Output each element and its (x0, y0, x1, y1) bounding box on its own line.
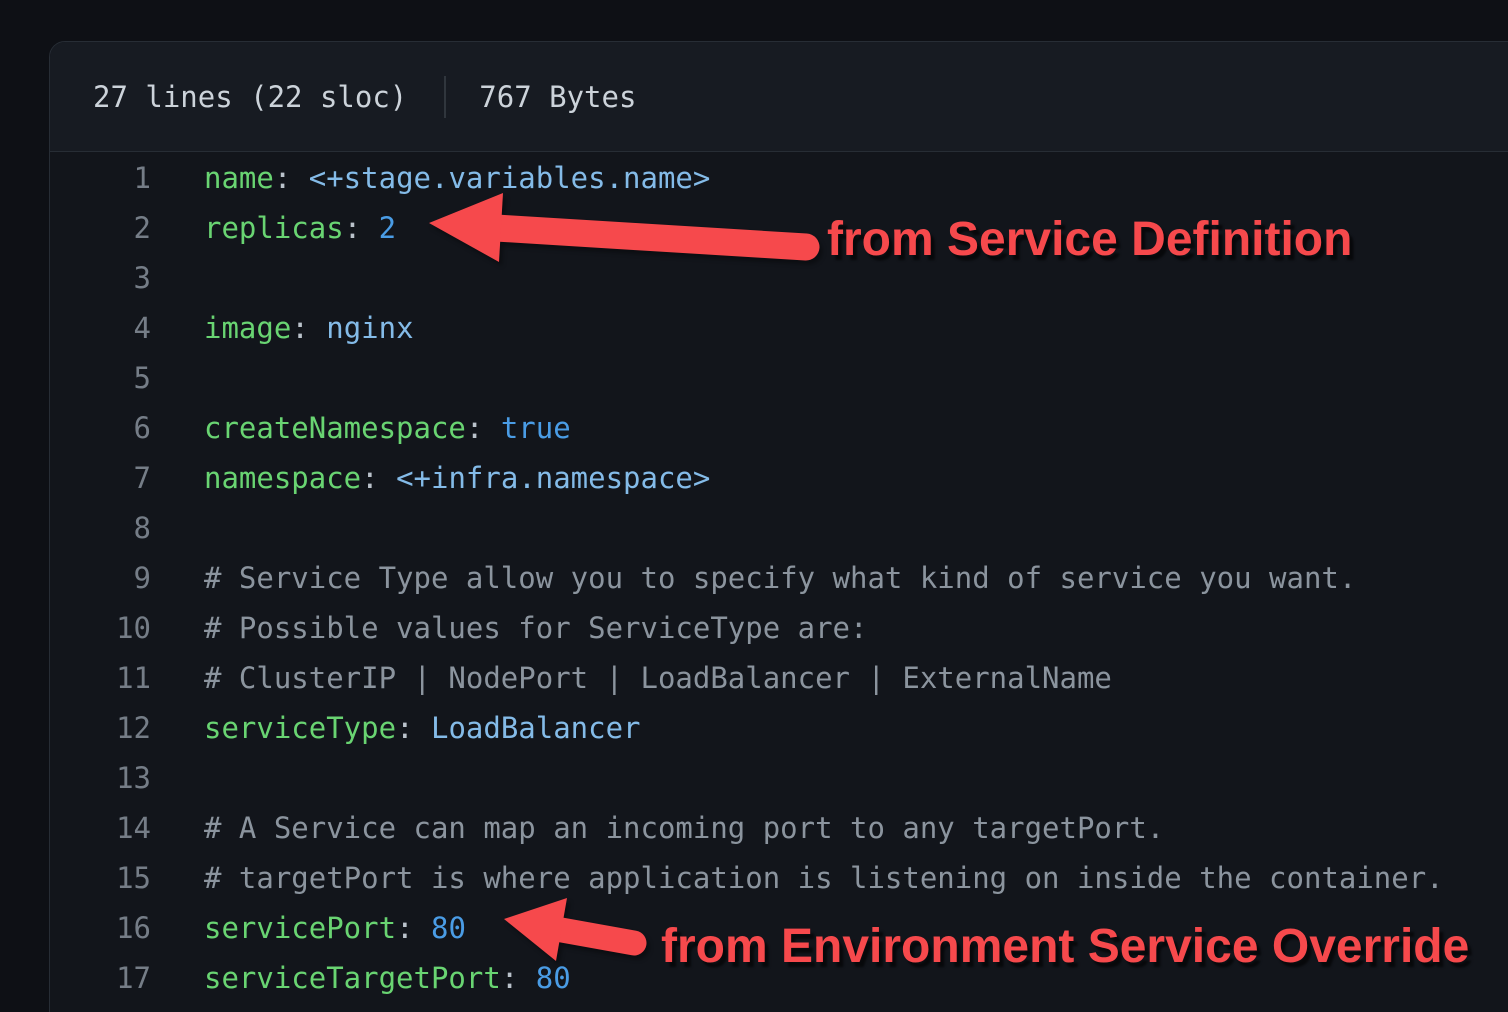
code-line: 17serviceTargetPort: 80 (50, 953, 1508, 1003)
line-number[interactable]: 6 (50, 411, 151, 445)
code-token-const: true (501, 411, 571, 445)
code-line: 4image: nginx (50, 303, 1508, 353)
line-number[interactable]: 13 (50, 761, 151, 795)
code-line: 16servicePort: 80 (50, 903, 1508, 953)
code-token-punc: : (396, 711, 431, 745)
code-token-comment: # Service Type allow you to specify what… (204, 561, 1356, 595)
line-content: # Service Type allow you to specify what… (151, 561, 1356, 595)
line-content: # Possible values for ServiceType are: (151, 611, 867, 645)
line-content: namespace: <+infra.namespace> (151, 461, 710, 495)
line-content: image: nginx (151, 311, 414, 345)
code-line: 7namespace: <+infra.namespace> (50, 453, 1508, 503)
screenshot-root: 27 lines (22 sloc) 767 Bytes 1name: <+st… (0, 0, 1508, 1012)
code-line: 6createNamespace: true (50, 403, 1508, 453)
line-number[interactable]: 7 (50, 461, 151, 495)
code-token-comment: # ClusterIP | NodePort | LoadBalancer | … (204, 661, 1112, 695)
code-line: 1name: <+stage.variables.name> (50, 153, 1508, 203)
code-token-key: serviceType (204, 711, 396, 745)
line-content: replicas: 2 (151, 211, 396, 245)
code-line: 2replicas: 2 (50, 203, 1508, 253)
code-line: 11 # ClusterIP | NodePort | LoadBalancer … (50, 653, 1508, 703)
line-number[interactable]: 4 (50, 311, 151, 345)
header-divider (444, 76, 446, 118)
code-line: 15 # targetPort is where application is l… (50, 853, 1508, 903)
line-number[interactable]: 15 (50, 861, 151, 895)
code-token-key: namespace (204, 461, 361, 495)
code-token-punc: : (274, 161, 309, 195)
code-token-key: createNamespace (204, 411, 466, 445)
code-line: 5 (50, 353, 1508, 403)
code-token-str: LoadBalancer (431, 711, 641, 745)
line-content: createNamespace: true (151, 411, 571, 445)
code-token-const: 2 (379, 211, 396, 245)
code-line: 14 # A Service can map an incoming port t… (50, 803, 1508, 853)
code-token-comment: # A Service can map an incoming port to … (204, 811, 1164, 845)
code-line: 12serviceType: LoadBalancer (50, 703, 1508, 753)
line-number[interactable]: 10 (50, 611, 151, 645)
code-token-punc: : (291, 311, 326, 345)
code-token-punc: : (396, 911, 431, 945)
code-token-punc: : (501, 961, 536, 995)
line-content: # ClusterIP | NodePort | LoadBalancer | … (151, 661, 1112, 695)
file-header: 27 lines (22 sloc) 767 Bytes (50, 42, 1508, 152)
code-token-str: <+infra.namespace> (396, 461, 710, 495)
code-line: 8 (50, 503, 1508, 553)
line-number[interactable]: 8 (50, 511, 151, 545)
line-content: name: <+stage.variables.name> (151, 161, 710, 195)
code-line: 9 # Service Type allow you to specify wha… (50, 553, 1508, 603)
code-token-key: image (204, 311, 291, 345)
line-number[interactable]: 9 (50, 561, 151, 595)
code-token-punc: : (466, 411, 501, 445)
line-content: servicePort: 80 (151, 911, 466, 945)
code-token-punc: : (361, 461, 396, 495)
line-number[interactable]: 17 (50, 961, 151, 995)
code-token-key: serviceTargetPort (204, 961, 501, 995)
line-number[interactable]: 11 (50, 661, 151, 695)
code-token-const: 80 (431, 911, 466, 945)
line-number[interactable]: 12 (50, 711, 151, 745)
line-number[interactable]: 14 (50, 811, 151, 845)
code-token-comment: # targetPort is where application is lis… (204, 861, 1444, 895)
code-token-const: 80 (536, 961, 571, 995)
code-token-key: servicePort (204, 911, 396, 945)
code-token-str: <+stage.variables.name> (309, 161, 711, 195)
code-block: 1name: <+stage.variables.name>2replicas:… (50, 152, 1508, 1003)
line-number[interactable]: 2 (50, 211, 151, 245)
line-content: # A Service can map an incoming port to … (151, 811, 1164, 845)
file-lines-info: 27 lines (22 sloc) (93, 80, 407, 114)
line-content: serviceType: LoadBalancer (151, 711, 641, 745)
code-token-comment: # Possible values for ServiceType are: (204, 611, 867, 645)
line-number[interactable]: 3 (50, 261, 151, 295)
line-content: # targetPort is where application is lis… (151, 861, 1444, 895)
file-viewer-panel: 27 lines (22 sloc) 767 Bytes 1name: <+st… (49, 41, 1508, 1012)
code-line: 13 (50, 753, 1508, 803)
code-line: 10 # Possible values for ServiceType are: (50, 603, 1508, 653)
code-token-punc: : (344, 211, 379, 245)
line-number[interactable]: 5 (50, 361, 151, 395)
code-token-key: replicas (204, 211, 344, 245)
line-content: serviceTargetPort: 80 (151, 961, 571, 995)
code-token-str: nginx (326, 311, 413, 345)
file-size-info: 767 Bytes (479, 80, 636, 114)
code-token-key: name (204, 161, 274, 195)
line-number[interactable]: 1 (50, 161, 151, 195)
code-line: 3 (50, 253, 1508, 303)
line-number[interactable]: 16 (50, 911, 151, 945)
